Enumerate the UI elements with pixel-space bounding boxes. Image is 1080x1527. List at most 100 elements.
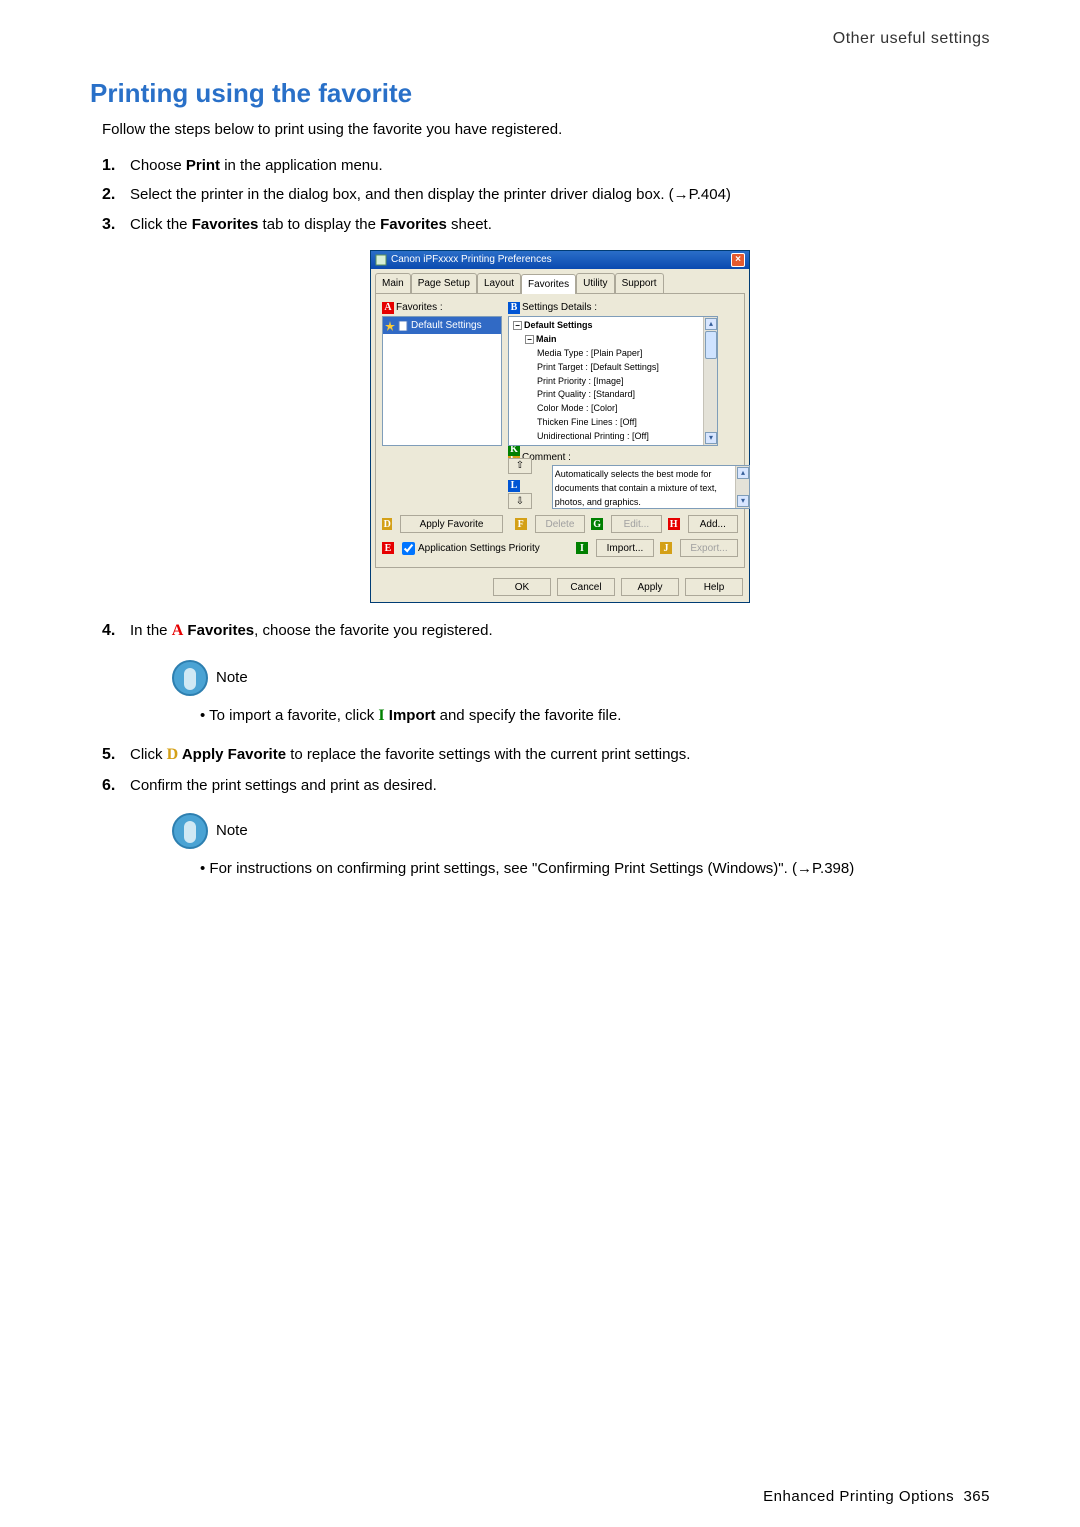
dialog-tabs: Main Page Setup Layout Favorites Utility… — [371, 269, 749, 294]
step-5: Click D Apply Favorite to replace the fa… — [102, 743, 990, 768]
page-footer: Enhanced Printing Options 365 — [763, 1488, 990, 1505]
dialog-window: Canon iPFxxxx Printing Preferences × Mai… — [370, 250, 750, 604]
step-5-c: to replace the favorite settings with th… — [286, 746, 690, 763]
favorites-item-label: Default Settings — [411, 318, 482, 334]
callout-b: B — [508, 302, 520, 314]
footer-page: 365 — [963, 1488, 990, 1505]
doc-icon — [398, 321, 408, 331]
app-settings-priority[interactable]: Application Settings Priority — [402, 541, 540, 557]
scroll-up-icon[interactable]: ▴ — [705, 318, 717, 330]
note-label: Note — [216, 819, 248, 842]
scroll-down-icon[interactable]: ▾ — [737, 495, 749, 507]
callout-letter-d: D — [167, 746, 179, 763]
app-settings-priority-checkbox[interactable] — [402, 542, 415, 555]
apply-favorite-button[interactable]: Apply Favorite — [400, 515, 502, 533]
dialog-titlebar[interactable]: Canon iPFxxxx Printing Preferences × — [371, 251, 749, 269]
collapse-icon[interactable]: − — [525, 335, 534, 344]
tab-support[interactable]: Support — [615, 273, 664, 294]
step-4: In the A Favorites, choose the favorite … — [102, 619, 990, 729]
intro-text: Follow the steps below to print using th… — [102, 121, 990, 138]
collapse-icon[interactable]: − — [513, 321, 522, 330]
section-title: Printing using the favorite — [90, 78, 990, 109]
tree-leaf: Thicken Fine Lines : [Off] — [537, 416, 715, 430]
export-button[interactable]: Export... — [680, 539, 738, 557]
scrollbar[interactable]: ▴ ▾ — [703, 317, 717, 445]
add-button[interactable]: Add... — [688, 515, 738, 533]
scroll-down-icon[interactable]: ▾ — [705, 432, 717, 444]
callout-letter-a: A — [172, 622, 184, 639]
step-2: Select the printer in the dialog box, an… — [102, 183, 990, 206]
step-4-b: Favorites — [183, 622, 254, 639]
dialog-tabsheet: AFavorites : Default Settings — [375, 293, 745, 568]
note-block-2: Note For instructions on confirming prin… — [170, 811, 990, 880]
apply-button[interactable]: Apply — [621, 578, 679, 596]
callout-i: I — [576, 542, 588, 554]
footer-left: Enhanced Printing Options — [763, 1488, 954, 1505]
dialog-title: Canon iPFxxxx Printing Preferences — [375, 252, 552, 268]
app-settings-priority-label: Application Settings Priority — [418, 541, 540, 557]
note-icon — [170, 811, 210, 851]
step-3-b: Favorites — [192, 216, 259, 233]
tree-leaf: Color Mode : [Color] — [537, 402, 715, 416]
step-6-text: Confirm the print settings and print as … — [130, 777, 437, 794]
step-4-a: In the — [130, 622, 172, 639]
ok-button[interactable]: OK — [493, 578, 551, 596]
import-button[interactable]: Import... — [596, 539, 654, 557]
step-5-a: Click — [130, 746, 167, 763]
tab-page-setup[interactable]: Page Setup — [411, 273, 477, 294]
note-1-bold: Import — [385, 707, 436, 724]
tree-root-label: Default Settings — [524, 320, 593, 330]
comment-label: CComment : — [508, 450, 750, 466]
comment-box: Automatically selects the best mode for … — [552, 465, 750, 509]
step-3-e: sheet. — [447, 216, 492, 233]
favorites-label-text: Favorites : — [396, 302, 443, 313]
app-icon — [375, 254, 387, 266]
scrollbar[interactable]: ▴ ▾ — [735, 466, 749, 508]
scroll-up-icon[interactable]: ▴ — [737, 467, 749, 479]
callout-h: H — [668, 518, 680, 530]
steps-list: Choose Print in the application menu. Se… — [102, 154, 990, 880]
edit-button[interactable]: Edit... — [611, 515, 661, 533]
callout-g: G — [591, 518, 603, 530]
note-2-text: For instructions on confirming print set… — [200, 860, 854, 877]
star-icon — [385, 321, 395, 331]
note-1-post: and specify the favorite file. — [435, 707, 621, 724]
tree-root: −Default Settings — [513, 319, 715, 333]
callout-e: E — [382, 542, 394, 554]
step-1-post: in the application menu. — [220, 157, 383, 174]
step-3-d: Favorites — [380, 216, 447, 233]
tab-layout[interactable]: Layout — [477, 273, 521, 294]
settings-tree[interactable]: −Default Settings −Main Media Type : [Pl… — [508, 316, 718, 446]
move-up-button[interactable]: ⇧ — [508, 458, 532, 474]
move-down-button[interactable]: ⇩ — [508, 493, 532, 509]
tree-leaf: Media Type : [Plain Paper] — [537, 347, 715, 361]
comment-text: Automatically selects the best mode for … — [555, 469, 717, 507]
step-4-c: , choose the favorite you registered. — [254, 622, 492, 639]
settings-details-label: BSettings Details : — [508, 300, 750, 316]
tree-main-label: Main — [536, 334, 557, 344]
close-button[interactable]: × — [731, 253, 745, 267]
tree-leaf: Unidirectional Printing : [Off] — [537, 430, 715, 444]
delete-button[interactable]: Delete — [535, 515, 585, 533]
tab-favorites[interactable]: Favorites — [521, 274, 576, 295]
favorites-list[interactable]: Default Settings — [382, 316, 502, 446]
help-button[interactable]: Help — [685, 578, 743, 596]
step-3: Click the Favorites tab to display the F… — [102, 213, 990, 604]
tree-leaf: Print Priority : [Image] — [537, 375, 715, 389]
page-header-right: Other useful settings — [90, 30, 990, 48]
favorites-label: AFavorites : — [382, 300, 502, 316]
callout-k-row: K⇧ — [508, 442, 544, 474]
cancel-button[interactable]: Cancel — [557, 578, 615, 596]
favorites-item-default[interactable]: Default Settings — [383, 317, 501, 335]
tree-leaf: Print Target : [Default Settings] — [537, 361, 715, 375]
tree-leaf: Print Quality : [Standard] — [537, 388, 715, 402]
tab-main[interactable]: Main — [375, 273, 411, 294]
scroll-thumb[interactable] — [705, 331, 717, 359]
tab-utility[interactable]: Utility — [576, 273, 614, 294]
note-1-pre: To import a favorite, click — [200, 707, 378, 724]
step-3-a: Click the — [130, 216, 192, 233]
note-body-1: To import a favorite, click I Import and… — [200, 704, 990, 729]
step-1-bold: Print — [186, 157, 220, 174]
callout-k: K — [508, 444, 520, 456]
callout-l: L — [508, 480, 520, 492]
